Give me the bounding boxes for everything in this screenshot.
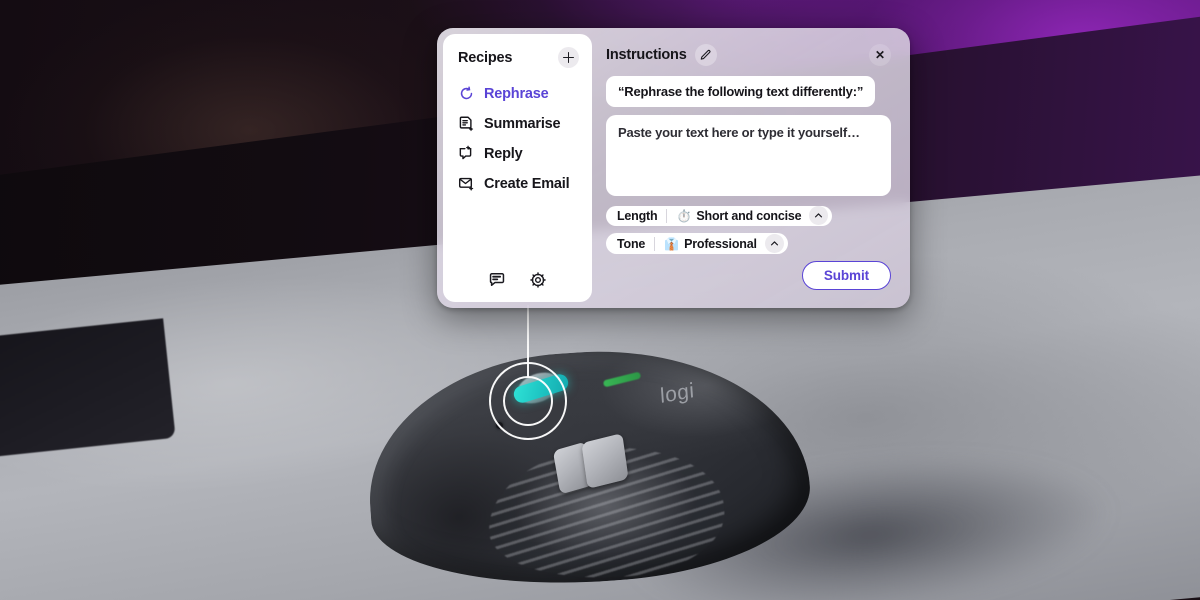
length-option-chip[interactable]: Length ⏱️ Short and concise <box>606 205 833 227</box>
actions-row: Submit <box>606 261 891 290</box>
sidebar-item-label: Reply <box>484 145 523 162</box>
rephrase-refresh-icon <box>458 85 475 102</box>
sidebar-item-label: Summarise <box>484 115 561 132</box>
tone-chip-value: Professional <box>684 236 757 251</box>
stopwatch-emoji: ⏱️ <box>676 208 692 223</box>
sidebar-item-summarise[interactable]: Summarise <box>458 115 592 132</box>
sidebar-footer <box>443 270 592 292</box>
document-sparkle-icon <box>458 115 475 132</box>
sidebar-item-label: Create Email <box>484 175 570 192</box>
tone-chip-label: Tone <box>617 236 656 251</box>
chevron-up-icon[interactable] <box>764 234 784 254</box>
submit-button[interactable]: Submit <box>801 261 891 290</box>
close-icon[interactable]: ✕ <box>869 44 891 66</box>
ai-prompt-builder-panel: Recipes Rephrase Summarise Reply Create … <box>437 28 910 308</box>
desk-corner <box>0 318 176 462</box>
mouse-side-button-2 <box>581 433 629 489</box>
chat-bubble-sparkle-icon <box>458 145 475 162</box>
page-title: Instructions <box>606 47 687 63</box>
sidebar-item-label: Rephrase <box>484 85 549 102</box>
product-scene: logi Recipes Rephrase Summarise Reply Cr… <box>0 0 1200 600</box>
instructions-header: Instructions ✕ <box>606 44 891 66</box>
envelope-sparkle-icon <box>458 175 475 192</box>
recipes-sidebar: Recipes Rephrase Summarise Reply Create … <box>443 34 592 302</box>
callout-ring-inner <box>503 376 553 426</box>
add-recipe-button[interactable] <box>558 47 579 68</box>
feedback-chat-icon[interactable] <box>488 270 507 289</box>
length-chip-label: Length <box>617 208 668 223</box>
sidebar-header: Recipes <box>443 47 592 68</box>
pencil-edit-icon[interactable] <box>694 44 717 66</box>
necktie-emoji: 👔 <box>664 236 680 251</box>
instructions-pane: Instructions ✕ “Rephrase the following t… <box>592 34 904 302</box>
sidebar-item-rephrase[interactable]: Rephrase <box>458 85 592 102</box>
prompt-instruction-text: “Rephrase the following text differently… <box>606 76 876 107</box>
length-chip-value: Short and concise <box>696 208 802 223</box>
settings-gear-icon[interactable] <box>529 270 548 289</box>
sidebar-item-reply[interactable]: Reply <box>458 145 592 162</box>
sidebar-title: Recipes <box>458 49 513 66</box>
user-text-input[interactable]: Paste your text here or type it yourself… <box>606 115 891 196</box>
recipe-list: Rephrase Summarise Reply Create Email <box>443 85 592 192</box>
chevron-up-icon[interactable] <box>809 206 829 226</box>
tone-option-chip[interactable]: Tone 👔 Professional <box>606 233 788 254</box>
sidebar-item-create-email[interactable]: Create Email <box>458 175 592 192</box>
logitech-mouse: logi <box>360 336 828 600</box>
